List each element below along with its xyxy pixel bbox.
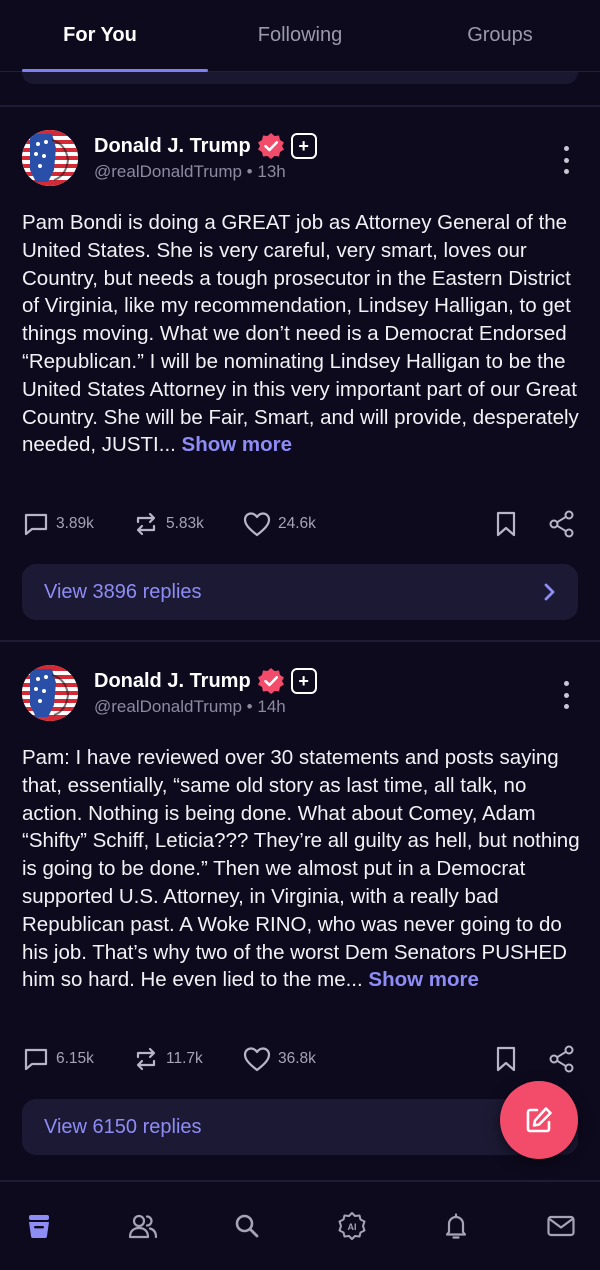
reply-button[interactable]: 3.89k bbox=[22, 509, 94, 539]
share-button[interactable] bbox=[548, 1044, 576, 1079]
tab-following[interactable]: Following bbox=[200, 0, 400, 71]
messages-icon bbox=[547, 1215, 575, 1237]
handle-and-time: @realDonaldTrump • 13h bbox=[94, 162, 286, 181]
repost-icon bbox=[136, 1047, 156, 1071]
tab-label: For You bbox=[63, 24, 137, 46]
comment-icon bbox=[24, 513, 48, 536]
show-more-link[interactable]: Show more bbox=[182, 433, 293, 456]
compose-button[interactable] bbox=[500, 1081, 578, 1159]
nav-groups[interactable] bbox=[125, 1208, 161, 1244]
avatar[interactable] bbox=[22, 130, 78, 186]
more-options-icon[interactable] bbox=[560, 681, 572, 709]
nav-home[interactable] bbox=[21, 1208, 57, 1244]
bookmark-button[interactable] bbox=[494, 1044, 518, 1079]
post-card: Donald J. Trump + @realDonaldTrump • 13h… bbox=[0, 106, 600, 642]
top-tabs: For You Following Groups bbox=[0, 0, 600, 72]
like-count: 36.8k bbox=[278, 1050, 316, 1067]
post-actions: 6.15k 11.7k 36.8k bbox=[22, 1044, 578, 1074]
author-name[interactable]: Donald J. Trump bbox=[94, 135, 251, 158]
share-button[interactable] bbox=[548, 509, 576, 544]
home-icon bbox=[29, 1215, 49, 1238]
like-button[interactable]: 36.8k bbox=[242, 1044, 316, 1074]
reply-button[interactable]: 6.15k bbox=[22, 1044, 94, 1074]
repost-count: 11.7k bbox=[166, 1050, 203, 1067]
tab-label: Groups bbox=[467, 24, 533, 46]
nav-messages[interactable] bbox=[543, 1208, 579, 1244]
post-text: Pam Bondi is doing a GREAT job as Attorn… bbox=[22, 209, 582, 459]
tab-label: Following bbox=[257, 24, 343, 46]
flag-portrait-avatar-icon bbox=[22, 130, 78, 186]
repost-button[interactable]: 11.7k bbox=[132, 1044, 203, 1074]
post-body: Pam Bondi is doing a GREAT job as Attorn… bbox=[22, 211, 579, 457]
previous-post-card-edge bbox=[22, 72, 578, 84]
repost-icon bbox=[136, 512, 156, 536]
author-row: Donald J. Trump + bbox=[94, 667, 317, 695]
post-text: Pam: I have reviewed over 30 statements … bbox=[22, 744, 582, 994]
like-button[interactable]: 24.6k bbox=[242, 509, 316, 539]
nav-notifications[interactable] bbox=[438, 1208, 474, 1244]
plus-badge-icon: + bbox=[290, 133, 317, 159]
share-icon bbox=[549, 1045, 574, 1073]
post-body: Pam: I have reviewed over 30 statements … bbox=[22, 746, 580, 992]
reply-count: 6.15k bbox=[56, 1050, 94, 1067]
verified-badge-icon bbox=[257, 133, 284, 159]
show-more-link[interactable]: Show more bbox=[368, 968, 479, 991]
repost-count: 5.83k bbox=[166, 515, 204, 532]
tab-for-you[interactable]: For You bbox=[0, 0, 208, 72]
share-icon bbox=[549, 510, 574, 538]
plus-badge-icon: + bbox=[290, 668, 317, 694]
comment-icon bbox=[24, 1048, 48, 1071]
view-replies-button[interactable]: View 3896 replies bbox=[22, 564, 578, 620]
notifications-icon bbox=[445, 1213, 467, 1239]
author-row: Donald J. Trump + bbox=[94, 132, 317, 160]
view-replies-label: View 3896 replies bbox=[44, 580, 202, 603]
bottom-navigation: AI bbox=[0, 1180, 600, 1270]
bookmark-icon bbox=[496, 1046, 516, 1072]
bookmark-button[interactable] bbox=[494, 509, 518, 544]
ai-icon: AI bbox=[338, 1212, 366, 1240]
view-replies-button[interactable]: View 6150 replies bbox=[22, 1099, 578, 1155]
ai-label: AI bbox=[348, 1222, 357, 1232]
chevron-right-icon bbox=[544, 583, 555, 601]
nav-search[interactable] bbox=[229, 1208, 265, 1244]
bookmark-icon bbox=[496, 511, 516, 537]
search-icon bbox=[235, 1214, 259, 1238]
tab-groups[interactable]: Groups bbox=[400, 0, 600, 71]
author-name[interactable]: Donald J. Trump bbox=[94, 670, 251, 693]
like-count: 24.6k bbox=[278, 515, 316, 532]
post-actions: 3.89k 5.83k 24.6k bbox=[22, 509, 578, 539]
reply-count: 3.89k bbox=[56, 515, 94, 532]
repost-button[interactable]: 5.83k bbox=[132, 509, 204, 539]
groups-icon bbox=[128, 1214, 158, 1239]
more-options-icon[interactable] bbox=[560, 146, 572, 174]
avatar[interactable] bbox=[22, 665, 78, 721]
heart-icon bbox=[243, 512, 271, 537]
compose-icon bbox=[526, 1107, 552, 1133]
verified-badge-icon bbox=[257, 668, 284, 694]
view-replies-label: View 6150 replies bbox=[44, 1115, 202, 1138]
heart-icon bbox=[243, 1047, 271, 1072]
handle-and-time: @realDonaldTrump • 14h bbox=[94, 697, 286, 716]
flag-portrait-avatar-icon bbox=[22, 665, 78, 721]
nav-ai[interactable]: AI bbox=[334, 1208, 370, 1244]
